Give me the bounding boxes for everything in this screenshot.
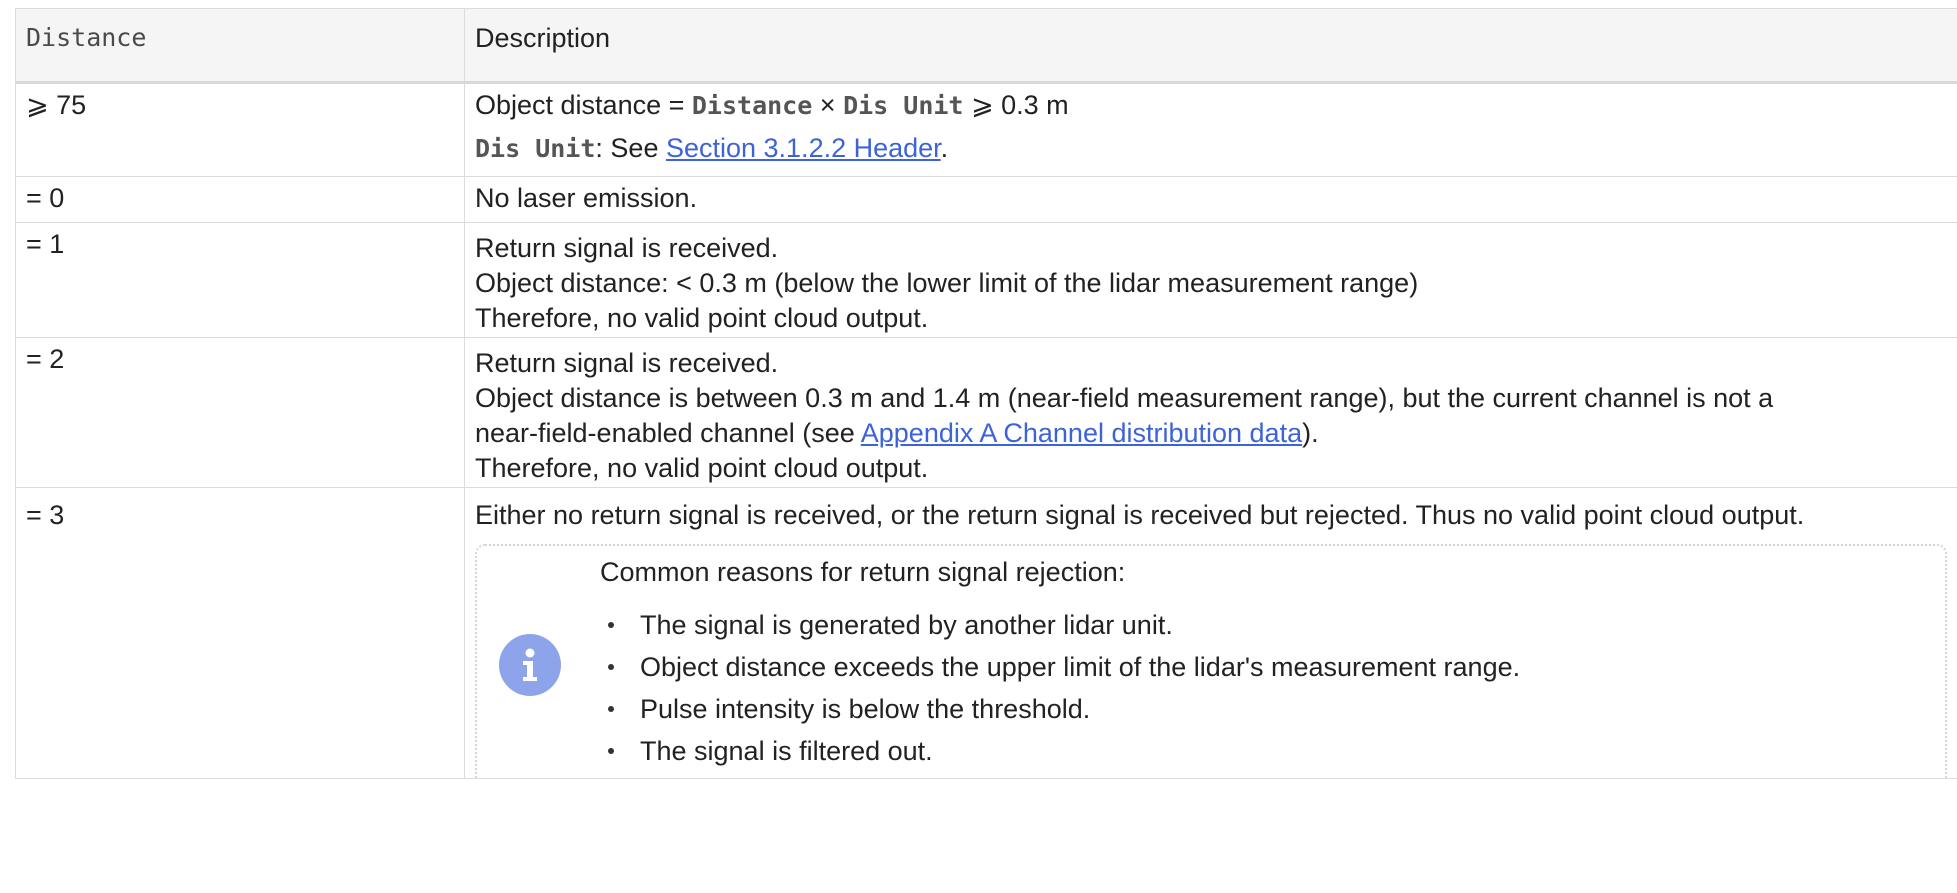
distance-cell: = 2 <box>15 337 465 488</box>
text: ). <box>1302 418 1319 448</box>
description-line: Dis Unit: See Section 3.1.2.2 Header. <box>475 127 1947 170</box>
description-line: No laser emission. <box>475 183 698 213</box>
table-row: = 1 Return signal is received. Object di… <box>15 222 1957 338</box>
description-line: near-field-enabled channel (see Appendix… <box>475 416 1947 451</box>
info-icon <box>499 634 561 696</box>
description-line: Return signal is received. <box>475 233 779 263</box>
table-row: = 0 No laser emission. <box>15 176 1957 223</box>
document-page: Distance Description ⩾ 75 Object distanc… <box>0 0 1957 893</box>
table-row: = 2 Return signal is received. Object di… <box>15 337 1957 488</box>
list-item-text: The signal is generated by another lidar… <box>640 610 1173 640</box>
note-title: Common reasons for return signal rejecti… <box>600 557 1126 587</box>
list-item-text: The signal is filtered out. <box>640 736 933 766</box>
list-item-text: Object distance exceeds the upper limit … <box>640 652 1521 682</box>
list-item: Object distance exceeds the upper limit … <box>600 646 1520 688</box>
description-cell: Return signal is received. Object distan… <box>464 222 1957 338</box>
list-item: The signal is filtered out. <box>600 730 1520 772</box>
list-item-text: Pulse intensity is below the threshold. <box>640 694 1091 724</box>
description-cell: Return signal is received. Object distan… <box>464 337 1957 488</box>
text: . <box>940 133 949 163</box>
text: : See <box>595 133 666 163</box>
bullet-icon <box>608 664 614 670</box>
description-line: Either no return signal is received, or … <box>475 500 1805 530</box>
description-line: Object distance: < 0.3 m (below the lowe… <box>475 268 1419 298</box>
code-term-distance: Distance <box>691 91 813 120</box>
info-note-box: Common reasons for return signal rejecti… <box>475 544 1947 778</box>
distance-cell: = 1 <box>15 222 465 338</box>
bullet-icon <box>608 622 614 628</box>
description-cell: No laser emission. <box>464 176 1957 223</box>
description-line: Return signal is received. <box>475 348 779 378</box>
bullet-icon <box>608 748 614 754</box>
section-header-link[interactable]: Section 3.1.2.2 Header <box>666 133 941 163</box>
table-header-row: Distance Description <box>15 8 1957 84</box>
table-row: = 3 Either no return signal is received,… <box>15 487 1957 779</box>
list-item: Pulse intensity is below the threshold. <box>600 688 1520 730</box>
distance-cell: ⩾ 75 <box>15 82 465 177</box>
header-description: Description <box>464 8 1957 84</box>
description-line: Object distance = Distance × Dis Unit ⩾ … <box>475 84 1947 127</box>
header-distance: Distance <box>15 8 465 84</box>
distance-cell: = 0 <box>15 176 465 223</box>
text: ⩾ 0.3 m <box>963 90 1069 120</box>
bullet-icon <box>608 706 614 712</box>
times-symbol: × <box>812 90 844 120</box>
description-line: Object distance is between 0.3 m and 1.4… <box>475 383 1774 413</box>
text: Object distance = <box>475 90 692 120</box>
code-term-dis-unit: Dis Unit <box>843 91 964 120</box>
appendix-a-link[interactable]: Appendix A Channel distribution data <box>861 418 1302 448</box>
code-term-dis-unit: Dis Unit <box>475 134 596 163</box>
distance-cell: = 3 <box>15 487 465 779</box>
description-cell: Either no return signal is received, or … <box>464 487 1957 779</box>
text: near-field-enabled channel (see <box>475 418 861 448</box>
description-cell: Object distance = Distance × Dis Unit ⩾ … <box>464 82 1957 177</box>
distance-spec-table: Distance Description ⩾ 75 Object distanc… <box>15 8 1957 779</box>
table-row: ⩾ 75 Object distance = Distance × Dis Un… <box>15 82 1957 177</box>
description-line: Therefore, no valid point cloud output. <box>475 303 929 333</box>
list-item: The signal is generated by another lidar… <box>600 604 1520 646</box>
note-list: The signal is generated by another lidar… <box>600 604 1520 772</box>
description-line: Therefore, no valid point cloud output. <box>475 453 929 483</box>
